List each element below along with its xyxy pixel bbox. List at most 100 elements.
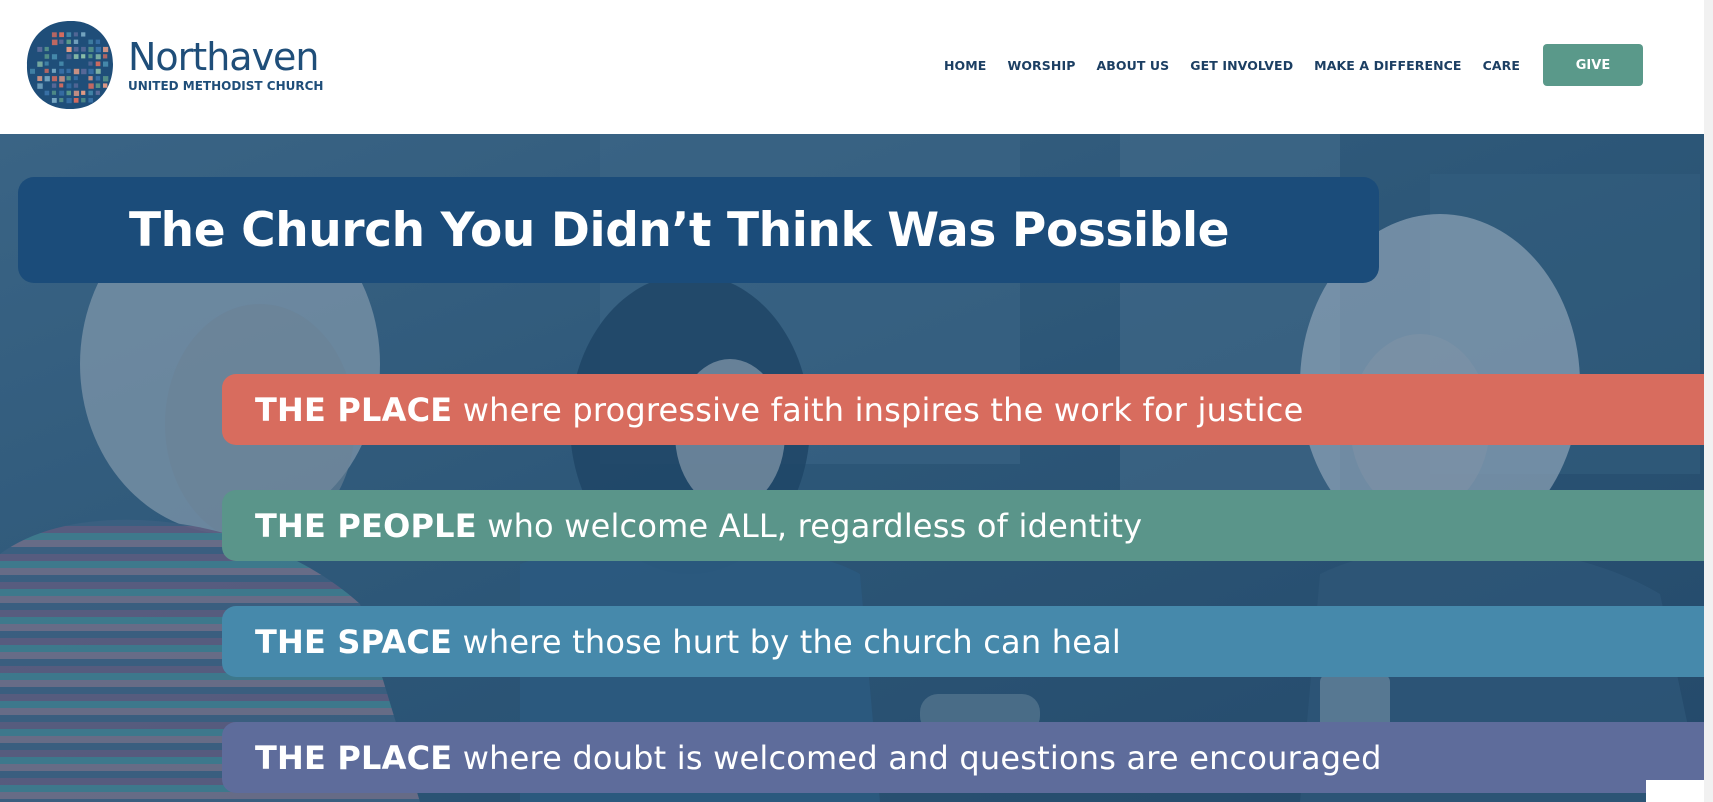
nav-care[interactable]: CARE (1483, 58, 1520, 73)
logo-mosaic-tile (66, 32, 72, 37)
main-nav: HOME WORSHIP ABOUT US GET INVOLVED MAKE … (944, 44, 1643, 86)
band-text: THE PLACE where doubt is welcomed and qu… (255, 739, 1382, 777)
nav-worship[interactable]: WORSHIP (1007, 58, 1075, 73)
logo-mosaic-tile (81, 98, 86, 103)
browser-scrollbar[interactable] (1704, 0, 1713, 802)
logo-mosaic-tile (95, 54, 101, 60)
logo-mosaic-tile (51, 76, 58, 82)
logo-text: Northaven UNITED METHODIST CHURCH (128, 37, 323, 93)
logo-mosaic-tile (37, 46, 43, 52)
band-lead: THE PLACE (255, 390, 453, 429)
site-header: Northaven UNITED METHODIST CHURCH HOME W… (0, 0, 1704, 134)
logo-mosaic-tile (103, 54, 108, 59)
logo-mosaic-tile (59, 61, 64, 66)
band-text: THE PLACE where progressive faith inspir… (255, 391, 1303, 429)
logo-mosaic-tile (59, 39, 64, 44)
logo-mosaic-tile (81, 32, 86, 37)
logo-mosaic-tile (59, 68, 65, 74)
logo-mosaic-tile (51, 98, 57, 103)
hero-title-box: The Church You Didn’t Think Was Possible (18, 177, 1379, 283)
give-button[interactable]: GIVE (1543, 44, 1643, 86)
logo-mosaic-tile (95, 39, 101, 44)
hero-title: The Church You Didn’t Think Was Possible (129, 202, 1230, 258)
logo-mosaic-tile (81, 54, 86, 59)
church-logo-mark-icon (26, 20, 113, 110)
logo-mosaic-tile (30, 68, 36, 74)
logo-mosaic-tile (59, 98, 64, 103)
logo-mosaic-tile (88, 90, 93, 96)
logo-mosaic-tile (88, 61, 93, 66)
logo-mosaic-tile (37, 76, 43, 81)
site-logo-link[interactable]: Northaven UNITED METHODIST CHURCH (24, 18, 323, 112)
logo-mosaic-tile (44, 46, 49, 52)
logo-mosaic-tile (103, 76, 109, 82)
logo-mosaic-tile (59, 83, 64, 88)
page: Northaven UNITED METHODIST CHURCH HOME W… (0, 0, 1713, 802)
logo-mosaic-tile (66, 54, 72, 60)
logo-mosaic-tile (88, 39, 93, 45)
logo-mosaic-tile (44, 90, 50, 96)
logo-mosaic-tile (73, 98, 79, 103)
logo-mosaic-tile (66, 46, 72, 52)
band-lead: THE PEOPLE (255, 506, 477, 545)
logo-mosaic-tile (73, 83, 79, 88)
band-description: where doubt is welcomed and questions ar… (452, 738, 1382, 777)
logo-mosaic-tile (95, 46, 102, 53)
logo-mosaic-tile (81, 90, 86, 95)
logo-mosaic-tile (88, 46, 94, 53)
logo-mosaic-tile (44, 61, 49, 66)
band-description: where progressive faith inspires the wor… (452, 390, 1304, 429)
logo-mosaic-tile (95, 61, 101, 67)
nav-get-involved[interactable]: GET INVOLVED (1190, 58, 1293, 73)
logo-mosaic-tile (88, 68, 94, 75)
logo-mosaic-tile (103, 61, 109, 67)
hero-band-people-welcome: THE PEOPLE who welcome ALL, regardless o… (222, 490, 1704, 561)
hero-band-place-doubt: THE PLACE where doubt is welcomed and qu… (222, 722, 1704, 793)
logo-mosaic-tile (103, 83, 108, 88)
logo-mosaic-tile (59, 32, 65, 38)
logo-mosaic-tile (44, 68, 49, 73)
logo-mosaic-tile (66, 83, 72, 89)
logo-mosaic-tile (44, 54, 50, 59)
logo-mosaic-tile (88, 54, 93, 59)
logo-mosaic-tile (66, 39, 71, 45)
logo-mosaic-tile (59, 90, 65, 96)
logo-mosaic-tile (73, 39, 79, 44)
logo-mosaic-tile (37, 61, 43, 67)
nav-about-us[interactable]: ABOUT US (1096, 58, 1169, 73)
logo-mosaic-tile (73, 32, 78, 37)
logo-mosaic-tile (81, 68, 87, 75)
logo-mosaic-tile (88, 83, 94, 89)
logo-mosaic-tile (51, 32, 57, 38)
logo-mosaic-tile (95, 83, 101, 88)
logo-mosaic-tile (73, 90, 80, 96)
recaptcha-badge (1646, 780, 1704, 802)
hero-band-space-heal: THE SPACE where those hurt by the church… (222, 606, 1704, 677)
logo-mosaic-tile (51, 90, 57, 95)
hero-band-place-justice: THE PLACE where progressive faith inspir… (222, 374, 1704, 445)
logo-mosaic-tile (51, 68, 56, 73)
band-text: THE PEOPLE who welcome ALL, regardless o… (255, 507, 1142, 545)
logo-mosaic-tile (73, 54, 79, 59)
logo-mosaic-tile (95, 90, 100, 95)
logo-mosaic-tile (66, 98, 72, 104)
logo-mosaic-tile (95, 68, 101, 74)
nav-home[interactable]: HOME (944, 58, 986, 73)
logo-mosaic-tile (88, 98, 93, 103)
hero-section: The Church You Didn’t Think Was Possible… (0, 134, 1704, 802)
logo-mosaic-tile (73, 76, 78, 81)
logo-mosaic-tile (66, 90, 72, 96)
band-lead: THE PLACE (255, 738, 453, 777)
band-description: who welcome ALL, regardless of identity (476, 506, 1143, 545)
logo-name: Northaven (128, 35, 320, 79)
logo-mosaic-tile (81, 46, 86, 52)
logo-mosaic-tile (51, 39, 58, 46)
logo-mosaic-tile (44, 76, 50, 82)
logo-mosaic-tile (59, 76, 65, 82)
logo-mosaic-tile (95, 76, 101, 81)
band-lead: THE SPACE (255, 622, 453, 661)
logo-mosaic-tile (66, 68, 71, 73)
logo-subtitle: UNITED METHODIST CHURCH (128, 79, 324, 93)
nav-make-a-difference[interactable]: MAKE A DIFFERENCE (1314, 58, 1461, 73)
logo-mosaic-tile (103, 46, 109, 53)
